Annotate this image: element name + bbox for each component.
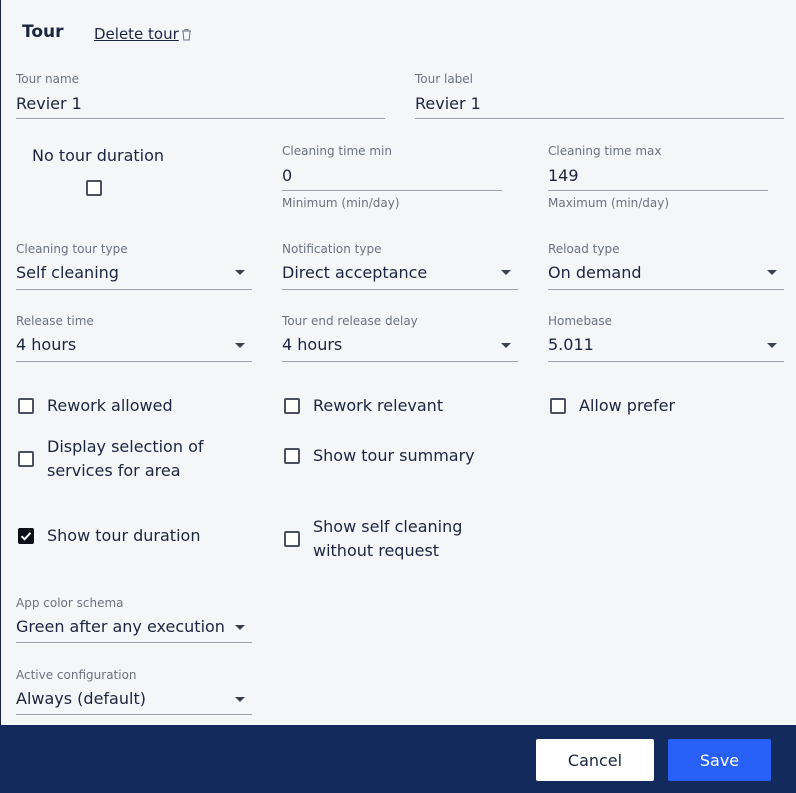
checkmark-icon xyxy=(20,532,32,541)
cleaning-tour-type-select[interactable]: Self cleaning xyxy=(16,263,119,282)
no-tour-duration-checkbox[interactable] xyxy=(86,180,102,196)
dropdown-arrow-icon[interactable] xyxy=(235,625,245,630)
homebase-select[interactable]: 5.011 xyxy=(548,335,594,354)
trash-icon xyxy=(181,28,191,40)
show-tour-summary-checkbox[interactable] xyxy=(284,448,300,464)
tour-name-label: Tour name xyxy=(16,72,80,86)
active-configuration-label: Active configuration xyxy=(16,668,137,682)
release-time-label: Release time xyxy=(16,314,94,328)
active-configuration-underline xyxy=(16,714,252,715)
cleaning-min-input[interactable]: 0 xyxy=(282,166,292,185)
release-time-select[interactable]: 4 hours xyxy=(16,335,76,354)
active-configuration-select[interactable]: Always (default) xyxy=(16,689,146,708)
show-tour-duration-label: Show tour duration xyxy=(47,526,201,545)
tour-label-label: Tour label xyxy=(415,72,474,86)
rework-relevant-label: Rework relevant xyxy=(313,396,444,415)
display-selection-checkbox[interactable] xyxy=(18,451,34,467)
show-self-cleaning-checkbox[interactable] xyxy=(284,531,300,547)
dropdown-arrow-icon[interactable] xyxy=(235,270,245,275)
tour-end-release-delay-underline xyxy=(282,361,518,362)
reload-type-select[interactable]: On demand xyxy=(548,263,642,282)
cleaning-tour-type-underline xyxy=(16,289,252,290)
rework-allowed-label: Rework allowed xyxy=(47,396,173,415)
cleaning-max-input[interactable]: 149 xyxy=(548,166,579,185)
tour-name-underline xyxy=(16,118,385,119)
rework-allowed-checkbox[interactable] xyxy=(18,398,34,414)
cleaning-min-helper: Minimum (min/day) xyxy=(282,196,400,210)
dropdown-arrow-icon[interactable] xyxy=(767,343,777,348)
dropdown-arrow-icon[interactable] xyxy=(235,697,245,702)
tour-end-release-delay-select[interactable]: 4 hours xyxy=(282,335,342,354)
app-color-schema-label: App color schema xyxy=(16,596,124,610)
reload-type-label: Reload type xyxy=(548,242,620,256)
app-color-schema-select[interactable]: Green after any execution xyxy=(16,617,225,636)
tour-label-underline xyxy=(415,118,784,119)
tour-label-input[interactable]: Revier 1 xyxy=(415,94,481,113)
allow-prefer-checkbox[interactable] xyxy=(550,398,566,414)
dropdown-arrow-icon[interactable] xyxy=(235,343,245,348)
notification-type-underline xyxy=(282,289,518,290)
save-button[interactable]: Save xyxy=(668,739,771,781)
reload-type-underline xyxy=(548,289,784,290)
display-selection-label-line2: services for area xyxy=(47,461,181,480)
cleaning-min-underline xyxy=(282,190,502,191)
cancel-button[interactable]: Cancel xyxy=(536,739,654,781)
no-tour-duration-label: No tour duration xyxy=(32,146,165,165)
panel-edge xyxy=(0,0,1,725)
tour-name-input[interactable]: Revier 1 xyxy=(16,94,82,113)
show-self-cleaning-label-line1: Show self cleaning xyxy=(313,517,463,536)
release-time-underline xyxy=(16,361,252,362)
notification-type-label: Notification type xyxy=(282,242,382,256)
allow-prefer-label: Allow prefer xyxy=(579,396,676,415)
page-title: Tour xyxy=(22,22,64,42)
display-selection-label-line1: Display selection of xyxy=(47,437,204,456)
cleaning-max-underline xyxy=(548,190,768,191)
rework-relevant-checkbox[interactable] xyxy=(284,398,300,414)
cleaning-max-helper: Maximum (min/day) xyxy=(548,196,670,210)
cleaning-tour-type-label: Cleaning tour type xyxy=(16,242,128,256)
show-tour-duration-checkbox[interactable] xyxy=(18,528,34,544)
tour-end-release-delay-label: Tour end release delay xyxy=(282,314,418,328)
show-tour-summary-label: Show tour summary xyxy=(313,446,475,465)
app-color-schema-underline xyxy=(16,642,252,643)
delete-tour-link[interactable]: Delete tour xyxy=(94,25,192,43)
cleaning-min-label: Cleaning time min xyxy=(282,144,392,158)
homebase-label: Homebase xyxy=(548,314,613,328)
cleaning-max-label: Cleaning time max xyxy=(548,144,662,158)
dropdown-arrow-icon[interactable] xyxy=(767,270,777,275)
homebase-underline xyxy=(548,361,784,362)
dropdown-arrow-icon[interactable] xyxy=(501,343,511,348)
delete-tour-label: Delete tour xyxy=(94,25,179,43)
show-self-cleaning-label-line2: without request xyxy=(313,541,440,560)
notification-type-select[interactable]: Direct acceptance xyxy=(282,263,427,282)
dropdown-arrow-icon[interactable] xyxy=(501,270,511,275)
